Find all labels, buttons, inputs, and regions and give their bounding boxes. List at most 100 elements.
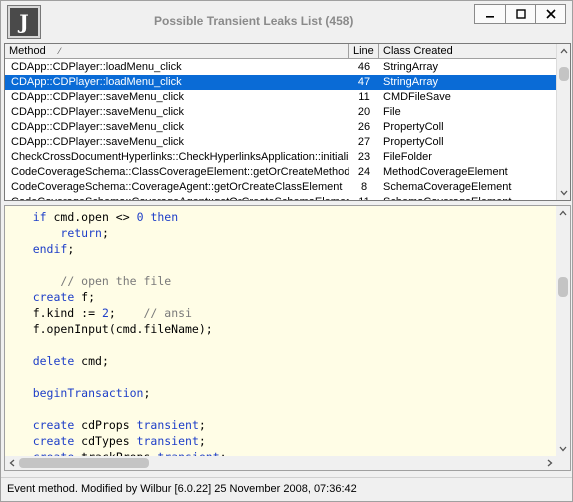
source-code-pane[interactable]: if cmd.open <> 0 then return; endif; // … bbox=[4, 205, 571, 471]
code-line: f.kind := 2; // ansi bbox=[5, 305, 192, 321]
code-editor[interactable]: if cmd.open <> 0 then return; endif; // … bbox=[5, 206, 557, 456]
status-bar: Event method. Modified by Wilbur [6.0.22… bbox=[1, 477, 572, 501]
cell-line: 20 bbox=[357, 106, 371, 118]
table-scrollbar-thumb[interactable] bbox=[559, 67, 569, 82]
code-keyword: create bbox=[32, 290, 75, 304]
code-line: endif; bbox=[5, 241, 75, 257]
code-text: cdProps bbox=[74, 418, 137, 432]
code-text: cmd.open <> bbox=[46, 210, 137, 224]
code-text: cdTypes bbox=[74, 434, 137, 448]
code-text: ; bbox=[198, 434, 206, 448]
column-label-method: Method bbox=[9, 45, 46, 57]
scrollbar-corner bbox=[556, 456, 570, 470]
cell-method: CodeCoverageSchema::ClassCoverageElement… bbox=[11, 166, 349, 178]
code-keyword: endif bbox=[32, 242, 68, 256]
code-text: f.kind := bbox=[5, 306, 102, 320]
table-header: Method ⁄ Line Class Created bbox=[5, 44, 557, 59]
cell-method: CDApp::CDPlayer::saveMenu_click bbox=[11, 106, 185, 118]
cell-class-created: CMDFileSave bbox=[383, 91, 451, 103]
title-bar[interactable]: J Possible Transient Leaks List (458) bbox=[1, 1, 572, 41]
app-icon-letter: J bbox=[19, 10, 29, 34]
column-header-line[interactable]: Line bbox=[349, 44, 379, 59]
cell-class-created: File bbox=[383, 106, 401, 118]
code-line: // open the file bbox=[5, 273, 171, 289]
scroll-up-arrow-icon[interactable] bbox=[557, 44, 570, 58]
close-button[interactable] bbox=[535, 5, 565, 23]
scroll-right-arrow-icon[interactable] bbox=[543, 456, 557, 470]
code-comment: // open the file bbox=[60, 274, 172, 288]
cell-line: 26 bbox=[357, 121, 371, 133]
cell-line: 27 bbox=[357, 136, 371, 148]
cell-class-created: PropertyColl bbox=[383, 121, 444, 133]
table-row[interactable]: CDApp::CDPlayer::loadMenu_click 47 StringA… bbox=[5, 75, 557, 90]
code-number: 2 bbox=[101, 306, 109, 320]
cell-line: 23 bbox=[357, 151, 371, 163]
table-row[interactable]: CDApp::CDPlayer::saveMenu_click 26 Propert… bbox=[5, 120, 557, 135]
code-vertical-scrollbar[interactable] bbox=[556, 206, 570, 456]
table-row[interactable]: CDApp::CDPlayer::saveMenu_click 11 CMDFile… bbox=[5, 90, 557, 105]
cell-line: 11 bbox=[349, 195, 379, 200]
code-keyword: delete bbox=[32, 354, 75, 368]
cell-class-created: PropertyColl bbox=[383, 136, 444, 148]
table-row[interactable]: CheckCrossDocumentHyperlinks::CheckHyper… bbox=[5, 150, 557, 165]
code-text: ; bbox=[198, 418, 206, 432]
code-line: create cdProps transient; bbox=[5, 417, 206, 433]
table-row[interactable]: CodeCoverageSchema::CoverageAgent::getOr… bbox=[5, 180, 557, 195]
table-body: CDApp::CDPlayer::loadMenu_click 46 StringA… bbox=[5, 60, 557, 200]
cell-line: 46 bbox=[357, 61, 371, 73]
table-row[interactable]: CodeCoverageSchema::ClassCoverageElement… bbox=[5, 165, 557, 180]
app-icon[interactable]: J bbox=[7, 5, 41, 39]
column-header-class-created[interactable]: Class Created bbox=[379, 44, 557, 59]
code-keyword: then bbox=[150, 210, 179, 224]
table-row[interactable]: CDApp::CDPlayer::saveMenu_click 27 Propert… bbox=[5, 135, 557, 150]
table-vertical-scrollbar[interactable] bbox=[556, 44, 570, 200]
code-keyword: transient bbox=[136, 418, 199, 432]
cell-method: CheckCrossDocumentHyperlinks::CheckHyper… bbox=[11, 151, 349, 163]
code-number: 0 bbox=[136, 210, 144, 224]
cell-method: CDApp::CDPlayer::loadMenu_click bbox=[11, 61, 182, 73]
scroll-down-arrow-icon[interactable] bbox=[557, 186, 570, 200]
code-scroll-up-arrow-icon[interactable] bbox=[556, 206, 570, 220]
cell-class-created: StringArray bbox=[383, 61, 439, 73]
code-text: f; bbox=[74, 290, 96, 304]
code-text: ; bbox=[143, 386, 151, 400]
code-scroll-down-arrow-icon[interactable] bbox=[556, 442, 570, 456]
code-horizontal-scrollbar-thumb[interactable] bbox=[19, 458, 149, 468]
cell-class-created: StringArray bbox=[383, 76, 439, 88]
code-text: ; bbox=[67, 242, 75, 256]
code-line: create cdTypes transient; bbox=[5, 433, 206, 449]
table-row[interactable]: CDApp::CDPlayer::saveMenu_click 20 File bbox=[5, 105, 557, 120]
column-header-method[interactable]: Method ⁄ bbox=[5, 44, 349, 59]
code-line: create f; bbox=[5, 289, 95, 305]
code-keyword: create bbox=[32, 434, 75, 448]
status-text: Event method. Modified by Wilbur [6.0.22… bbox=[7, 483, 357, 495]
cell-method: CDApp::CDPlayer::saveMenu_click bbox=[11, 91, 185, 103]
code-keyword: beginTransaction bbox=[32, 386, 144, 400]
code-text: ; bbox=[108, 306, 144, 320]
window-title: Possible Transient Leaks List (458) bbox=[154, 14, 354, 28]
maximize-button[interactable] bbox=[505, 5, 535, 23]
minimize-button[interactable] bbox=[475, 5, 505, 23]
code-line: if cmd.open <> 0 then bbox=[5, 209, 178, 225]
sort-indicator-icon: ⁄ bbox=[59, 46, 61, 56]
code-horizontal-scrollbar[interactable] bbox=[5, 456, 557, 470]
leaks-table: Method ⁄ Line Class Created CDApp::CDPla… bbox=[4, 43, 571, 201]
code-text: f.openInput(cmd.fileName); bbox=[5, 322, 213, 336]
code-keyword: if bbox=[32, 210, 47, 224]
code-vertical-scrollbar-thumb[interactable] bbox=[558, 276, 568, 297]
cell-class-created: SchemaCoverageElement bbox=[379, 195, 557, 200]
cell-method: CDApp::CDPlayer::saveMenu_click bbox=[11, 136, 185, 148]
table-row[interactable]: CDApp::CDPlayer::loadMenu_click 46 StringA… bbox=[5, 60, 557, 75]
maximize-icon bbox=[515, 9, 526, 19]
minimize-icon bbox=[486, 16, 494, 18]
cell-method: CodeCoverageSchema::CoverageAgent::getOr… bbox=[11, 181, 343, 193]
code-line: beginTransaction; bbox=[5, 385, 151, 401]
scroll-left-arrow-icon[interactable] bbox=[5, 456, 19, 470]
close-icon bbox=[545, 9, 556, 19]
table-row[interactable]: CodeCoverageSchema::CoverageAgent::getOr… bbox=[5, 195, 557, 200]
